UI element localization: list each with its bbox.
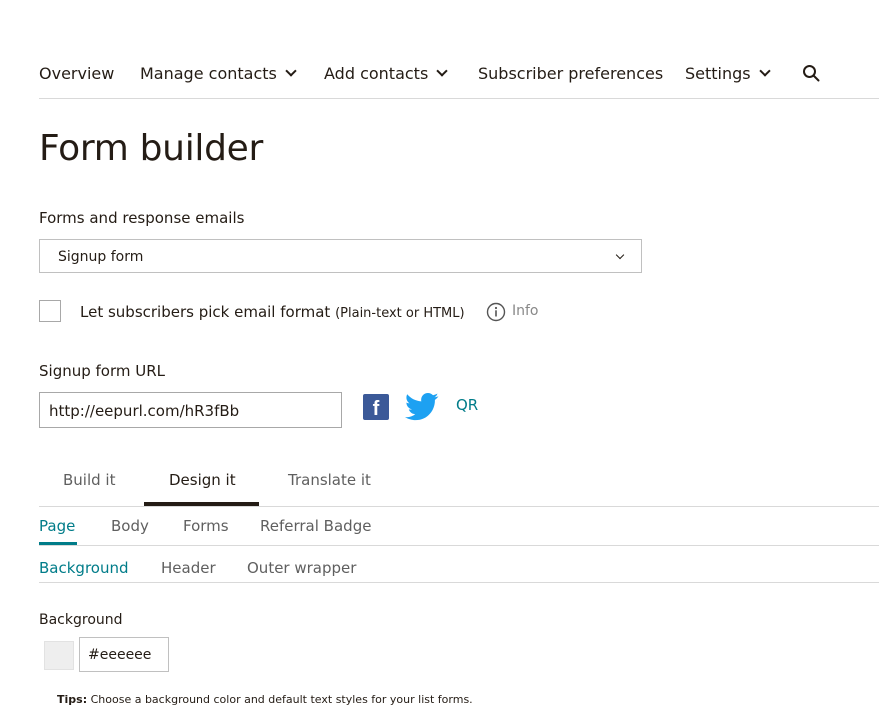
email-format-label: Let subscribers pick email format (Plain… [80, 303, 465, 321]
info-link[interactable]: Info [512, 303, 539, 319]
nav-subscriber-preferences[interactable]: Subscriber preferences [478, 64, 663, 83]
nav-overview-label: Overview [39, 64, 115, 83]
page-section-tabs: Background Header Outer wrapper [39, 546, 879, 583]
twitter-icon[interactable] [405, 392, 439, 422]
nav-add-contacts-label: Add contacts [324, 64, 429, 83]
qr-link[interactable]: QR [456, 396, 478, 414]
nav-overview[interactable]: Overview [39, 64, 114, 83]
facebook-icon[interactable]: f [363, 394, 389, 420]
background-color-value: #eeeeee [88, 647, 152, 663]
form-type-select[interactable]: Signup form [39, 239, 642, 273]
chevron-down-icon [615, 250, 625, 260]
page-title: Form builder [39, 128, 264, 169]
info-icon[interactable] [486, 302, 506, 322]
tips-body: Choose a background color and default te… [87, 693, 473, 706]
nav-manage-contacts[interactable]: Manage contacts [140, 64, 297, 83]
nav-subscriber-preferences-label: Subscriber preferences [478, 64, 664, 83]
design-tab-referral-badge[interactable]: Referral Badge [260, 517, 371, 535]
design-tab-body[interactable]: Body [111, 517, 149, 535]
email-format-label-text: Let subscribers pick email format [80, 303, 331, 321]
tab-translate-it[interactable]: Translate it [288, 471, 371, 489]
chevron-down-icon [758, 65, 771, 77]
signup-url-value: http://eepurl.com/hR3fBb [49, 402, 240, 420]
email-format-checkbox[interactable] [39, 300, 61, 322]
tab-build-it[interactable]: Build it [63, 471, 115, 489]
search-icon[interactable] [802, 64, 820, 82]
background-color-field[interactable]: #eeeeee [79, 637, 169, 672]
tips-prefix: Tips: [57, 693, 88, 706]
nav-settings-label: Settings [685, 64, 751, 83]
design-tabs: Page Body Forms Referral Badge [39, 507, 879, 546]
builder-tabs: Build it Design it Translate it [39, 460, 879, 507]
forms-section-label: Forms and response emails [39, 209, 245, 227]
section-tab-header[interactable]: Header [161, 559, 216, 577]
nav-settings[interactable]: Settings [685, 64, 771, 83]
form-type-select-value: Signup form [58, 249, 144, 265]
signup-url-label: Signup form URL [39, 362, 166, 380]
section-tab-outer-wrapper[interactable]: Outer wrapper [247, 559, 356, 577]
background-label: Background [39, 612, 123, 628]
tab-design-it[interactable]: Design it [169, 471, 236, 489]
chevron-down-icon [285, 65, 297, 77]
signup-url-field[interactable]: http://eepurl.com/hR3fBb [39, 392, 342, 428]
top-navigation: Overview Manage contacts Add contacts Su… [39, 60, 879, 99]
active-design-tab-indicator [39, 542, 77, 545]
email-format-sublabel: (Plain-text or HTML) [335, 306, 465, 321]
background-color-swatch[interactable] [44, 641, 74, 670]
design-tab-forms[interactable]: Forms [183, 517, 229, 535]
nav-add-contacts[interactable]: Add contacts [324, 64, 448, 83]
tips-text: Tips: Choose a background color and defa… [57, 693, 473, 706]
section-tab-background[interactable]: Background [39, 559, 129, 577]
active-tab-indicator [144, 502, 259, 506]
chevron-down-icon [436, 65, 448, 77]
nav-manage-contacts-label: Manage contacts [140, 64, 277, 83]
design-tab-page[interactable]: Page [39, 517, 75, 535]
